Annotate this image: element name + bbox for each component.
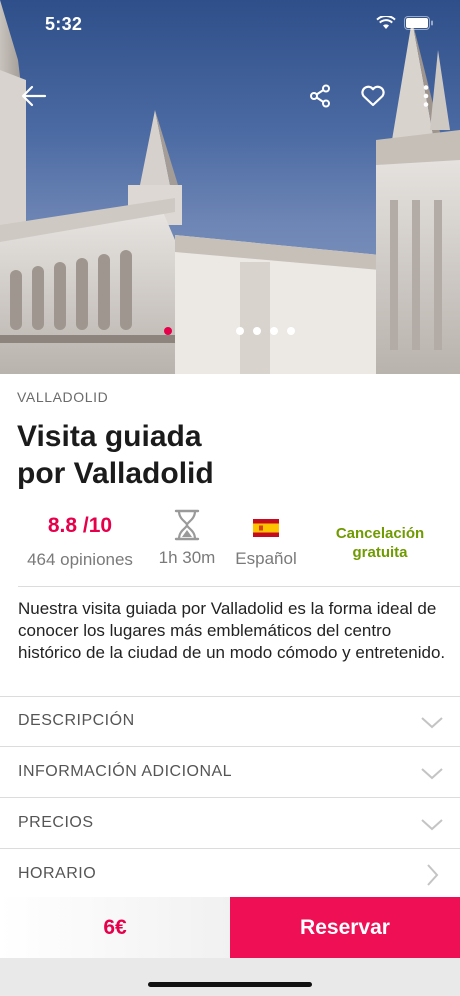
chevron-down-icon — [421, 768, 443, 780]
back-arrow-icon — [21, 85, 47, 107]
section-precios[interactable]: PRECIOS — [0, 798, 460, 849]
home-indicator-area — [0, 958, 460, 996]
section-label: INFORMACIÓN ADICIONAL — [18, 763, 233, 780]
hero-image-carousel[interactable]: 5:32 — [0, 0, 460, 374]
chevron-down-icon — [421, 819, 443, 831]
cathedral-photo — [0, 0, 460, 374]
wifi-icon — [376, 16, 396, 29]
hourglass-icon — [174, 509, 200, 541]
divider — [0, 696, 460, 697]
favorite-button[interactable] — [353, 76, 393, 116]
status-icons — [376, 16, 434, 30]
chevron-down-icon — [421, 717, 443, 729]
section-label: PRECIOS — [18, 814, 94, 831]
page-title: Visita guiada por Valladolid — [17, 418, 437, 492]
title-line: por Valladolid — [17, 457, 214, 490]
home-indicator[interactable] — [148, 982, 312, 987]
price-box: 6€ — [0, 897, 230, 958]
section-descripcion[interactable]: DESCRIPCIÓN — [0, 696, 460, 747]
status-bar: 5:32 — [0, 0, 460, 50]
more-vertical-icon — [423, 85, 429, 107]
carousel-dot[interactable] — [253, 327, 261, 335]
reviews-count[interactable]: 464 opiniones — [18, 550, 142, 570]
tour-summary: Nuestra visita guiada por Valladolid es … — [18, 599, 446, 662]
heart-icon — [361, 85, 385, 107]
location-label: VALLADOLID — [17, 389, 109, 405]
back-button[interactable] — [14, 76, 54, 116]
spain-flag-icon — [253, 519, 279, 537]
booking-bar: 6€ Reservar — [0, 897, 460, 958]
battery-icon — [404, 16, 433, 30]
divider — [18, 586, 460, 587]
carousel-dot[interactable] — [236, 327, 244, 335]
price-value: 6€ — [103, 915, 127, 939]
share-icon — [310, 84, 330, 108]
carousel-indicator — [0, 324, 460, 338]
section-label: HORARIO — [18, 865, 97, 882]
cancellation-line: gratuita — [352, 544, 408, 561]
rating-score: 8.8 /10 — [47, 514, 113, 537]
duration-value: 1h 30m — [158, 548, 216, 567]
more-options-button[interactable] — [406, 76, 446, 116]
title-line: Visita guiada — [17, 420, 202, 453]
carousel-dot[interactable] — [270, 327, 278, 335]
top-navigation — [0, 76, 460, 116]
section-informacion-adicional[interactable]: INFORMACIÓN ADICIONAL — [0, 747, 460, 798]
section-label: DESCRIPCIÓN — [18, 712, 135, 729]
section-horario[interactable]: HORARIO — [0, 849, 460, 900]
tour-detail-screen: 5:32 VALLADOLID Visita guiada por Vallad… — [0, 0, 460, 996]
tour-stats: 8.8 /10 464 opiniones 1h 30m Español Can… — [0, 506, 460, 586]
carousel-dot[interactable] — [287, 327, 295, 335]
status-time: 5:32 — [45, 14, 83, 34]
share-button[interactable] — [300, 76, 340, 116]
cancellation-line: Cancelación — [335, 525, 425, 542]
free-cancellation-label: Cancelación gratuita — [318, 524, 442, 562]
language-value: Español — [235, 549, 297, 568]
carousel-dot-active[interactable] — [164, 327, 172, 335]
chevron-right-icon — [427, 864, 439, 886]
book-button[interactable]: Reservar — [230, 897, 460, 958]
